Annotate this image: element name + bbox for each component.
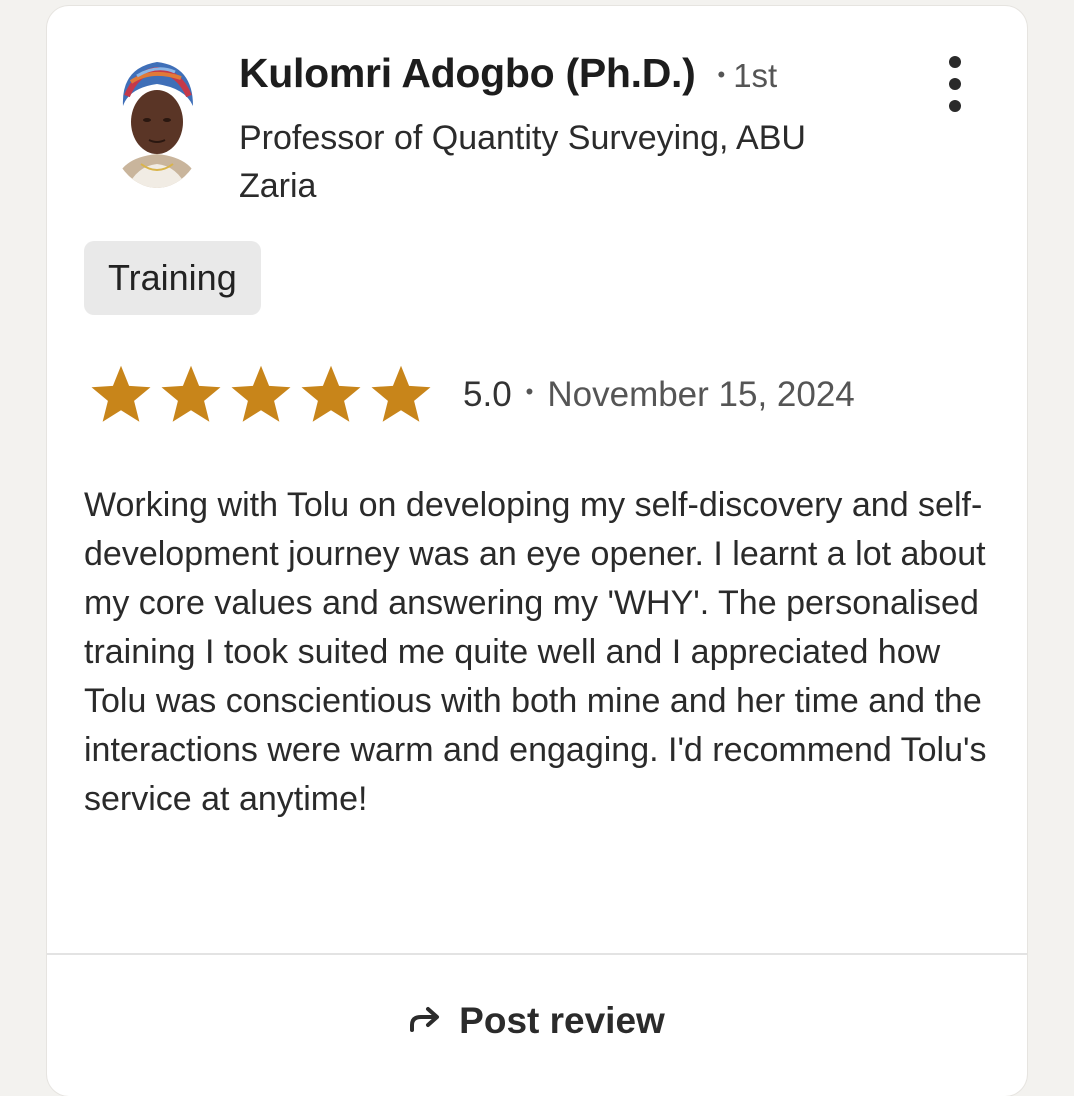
rating-row: 5.0 • November 15, 2024: [87, 363, 855, 427]
reviewer-headline: Professor of Quantity Surveying, ABU Zar…: [239, 119, 806, 205]
star-icon: [157, 363, 225, 427]
more-vertical-icon: [949, 78, 961, 90]
review-card: Kulomri Adogbo (Ph.D.) • 1st Professor of…: [47, 6, 1027, 1096]
review-date: November 15, 2024: [547, 375, 855, 414]
more-options-button[interactable]: [935, 44, 975, 124]
rating-value: 5.0: [463, 375, 512, 414]
connection-degree-label: 1st: [733, 57, 778, 94]
star-icon: [367, 363, 435, 427]
divider: [47, 953, 1027, 955]
review-text: Working with Tolu on developing my self-…: [84, 486, 987, 818]
star-icon: [297, 363, 365, 427]
connection-degree: • 1st: [717, 57, 777, 95]
separator-dot: •: [717, 62, 726, 87]
reviewer-name[interactable]: Kulomri Adogbo (Ph.D.): [239, 50, 696, 97]
post-review-button[interactable]: Post review: [47, 986, 1027, 1056]
reviewer-name-row: Kulomri Adogbo (Ph.D.) • 1st: [239, 50, 777, 97]
share-arrow-icon: [409, 1000, 443, 1042]
more-vertical-icon: [949, 56, 961, 68]
star-icon: [227, 363, 295, 427]
avatar[interactable]: [107, 48, 207, 188]
more-vertical-icon: [949, 100, 961, 112]
post-review-label: Post review: [459, 1000, 665, 1041]
star-rating: [87, 363, 435, 427]
service-tag-chip: Training: [84, 241, 261, 315]
star-icon: [87, 363, 155, 427]
separator-dot: •: [525, 379, 534, 404]
